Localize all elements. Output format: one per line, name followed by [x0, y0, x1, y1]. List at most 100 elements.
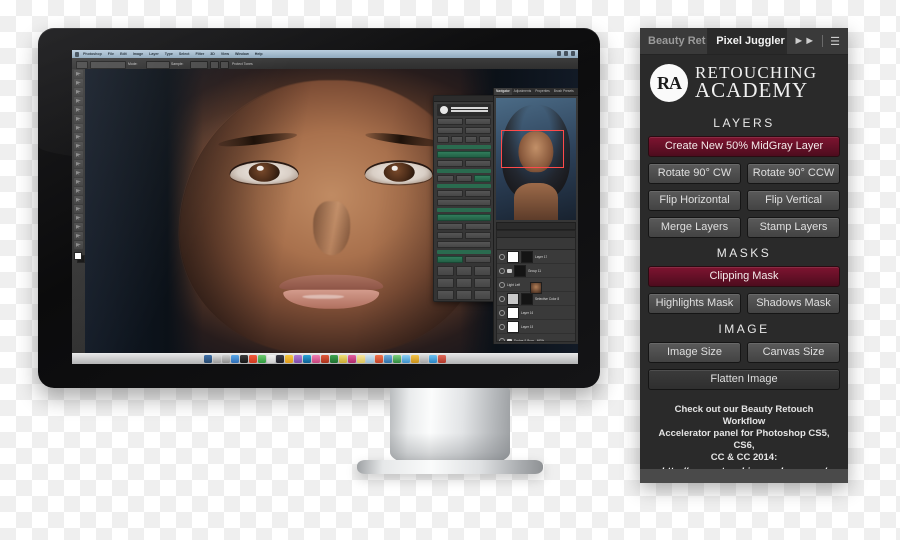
panel-button[interactable] [437, 232, 463, 239]
tab-beauty-retouch[interactable]: Beauty Ret [640, 28, 709, 54]
grid-button[interactable] [474, 278, 491, 288]
clock-icon[interactable] [571, 51, 575, 56]
panel-button[interactable] [465, 232, 491, 239]
menu-items[interactable]: Photoshop File Edit Image Layer Type Sel… [83, 51, 263, 57]
dock-icon-stickies[interactable] [357, 355, 365, 363]
type-tool-icon[interactable] [74, 205, 83, 213]
grid-button[interactable] [455, 290, 473, 300]
photoshop-canvas[interactable]: Navigator Adjustments Properties Brush P… [85, 69, 578, 354]
blur-tool-icon[interactable] [74, 178, 83, 186]
floating-panel-row[interactable] [437, 136, 491, 143]
layer-thumbnail[interactable] [507, 292, 519, 305]
grid-button[interactable] [437, 278, 454, 288]
layers-tab-strip[interactable] [497, 231, 575, 238]
menu-item[interactable]: Edit [120, 51, 127, 57]
layer-thumbnail[interactable] [507, 250, 519, 263]
canvas-size-button[interactable]: Canvas Size [747, 342, 840, 363]
panel-button[interactable] [455, 175, 473, 182]
floating-panel-row[interactable] [437, 118, 491, 125]
layer-thumbnail[interactable] [530, 282, 542, 295]
brush-preset-picker[interactable] [90, 61, 126, 69]
dock-icon-notes[interactable] [267, 355, 275, 363]
tab-brush-presets[interactable]: Brush Presets [552, 88, 576, 95]
lasso-tool-icon[interactable] [74, 88, 83, 96]
panel-button[interactable] [465, 160, 491, 167]
layer-visibility-icon[interactable] [499, 323, 505, 330]
panel-tab-strip[interactable]: Beauty Ret Pixel Juggler ►► ☰ [640, 28, 848, 55]
panel-button[interactable] [437, 256, 463, 263]
foreground-color-swatch[interactable] [74, 252, 82, 260]
dock-icon-skype[interactable] [429, 355, 437, 363]
menu-item[interactable]: Photoshop [83, 51, 102, 57]
panel-button[interactable] [465, 190, 491, 197]
panel-button[interactable] [465, 223, 491, 230]
mode-dropdown[interactable] [146, 61, 170, 69]
tab-adjustments[interactable]: Adjustments [512, 88, 534, 95]
panel-button[interactable] [437, 214, 491, 221]
panel-button[interactable] [437, 190, 463, 197]
panel-button[interactable] [437, 127, 463, 134]
panel-button[interactable] [465, 136, 477, 143]
dodge-tool-icon[interactable] [74, 187, 83, 195]
dock-icon-lightroom[interactable] [276, 355, 284, 363]
layer-visibility-icon[interactable] [499, 267, 505, 274]
grid-button[interactable] [455, 266, 473, 276]
layers-panel[interactable]: Layer 17 Group 11 Light Left Selective C… [496, 230, 576, 342]
menu-item[interactable]: Select [179, 51, 190, 57]
dock-icon-app[interactable] [420, 355, 428, 363]
battery-icon[interactable] [564, 51, 568, 56]
menu-item[interactable]: Filter [195, 51, 204, 57]
table-row[interactable]: Light Left [497, 278, 575, 295]
menu-item[interactable]: 3D [210, 51, 215, 57]
pen-tool-icon[interactable] [74, 196, 83, 204]
os-dock[interactable] [72, 353, 578, 364]
panel-button[interactable] [437, 241, 491, 248]
layer-mask-thumbnail[interactable] [521, 250, 533, 263]
dock-icon-launchpad[interactable] [213, 355, 221, 363]
layer-visibility-icon[interactable] [499, 295, 505, 302]
dock-icon-chrome[interactable] [249, 355, 257, 363]
dock-icon-photos[interactable] [312, 355, 320, 363]
floating-panel-row[interactable] [437, 223, 491, 230]
brush-tool-icon[interactable] [74, 133, 83, 141]
rotate-90-cw-button[interactable]: Rotate 90° CW [648, 163, 741, 184]
floating-panel-row[interactable] [437, 199, 491, 206]
dock-icon-evernote[interactable] [258, 355, 266, 363]
menu-item[interactable]: Help [255, 51, 263, 57]
marquee-tool-icon[interactable] [74, 79, 83, 87]
floating-panel-row[interactable] [437, 256, 491, 263]
crop-tool-icon[interactable] [74, 106, 83, 114]
menu-item[interactable]: Image [133, 51, 143, 57]
panel-header-icons[interactable]: ►► ☰ [787, 28, 848, 54]
panel-button[interactable] [437, 151, 491, 158]
healing-brush-tool-icon[interactable] [74, 124, 83, 132]
clipping-mask-button[interactable]: Clipping Mask [648, 266, 840, 287]
panel-button[interactable] [474, 175, 492, 182]
apple-logo-icon[interactable] [75, 51, 79, 57]
hand-tool-icon[interactable] [74, 232, 83, 240]
grid-button[interactable] [455, 278, 473, 288]
tab-properties[interactable]: Properties [533, 88, 552, 95]
dock-icon-terminal[interactable] [240, 355, 248, 363]
dock-icon-word[interactable] [384, 355, 392, 363]
floating-beauty-retouch-panel[interactable] [433, 95, 495, 302]
flip-horizontal-button[interactable]: Flip Horizontal [648, 190, 741, 211]
dock-tab-strip[interactable]: Navigator Adjustments Properties Brush P… [494, 88, 578, 96]
merge-layers-button[interactable]: Merge Layers [648, 217, 741, 238]
flip-vertical-button[interactable]: Flip Vertical [747, 190, 840, 211]
dock-icon-app[interactable] [321, 355, 329, 363]
menu-item[interactable]: File [108, 51, 114, 57]
panel-button[interactable] [437, 199, 491, 206]
grid-button[interactable] [437, 266, 454, 276]
floating-panel-row[interactable] [437, 160, 491, 167]
panel-button[interactable] [465, 127, 491, 134]
dock-icon-bridge[interactable] [411, 355, 419, 363]
dock-icon-dictionary[interactable] [438, 355, 446, 363]
dock-icon-excel[interactable] [330, 355, 338, 363]
floating-panel-row[interactable] [437, 241, 491, 248]
navigator-zoom-bar[interactable] [496, 222, 576, 230]
create-midgray-layer-button[interactable]: Create New 50% MidGray Layer [648, 136, 840, 157]
layer-visibility-icon[interactable] [499, 281, 505, 288]
panel-button[interactable] [437, 118, 463, 125]
flatten-image-button[interactable]: Flatten Image [648, 369, 840, 390]
